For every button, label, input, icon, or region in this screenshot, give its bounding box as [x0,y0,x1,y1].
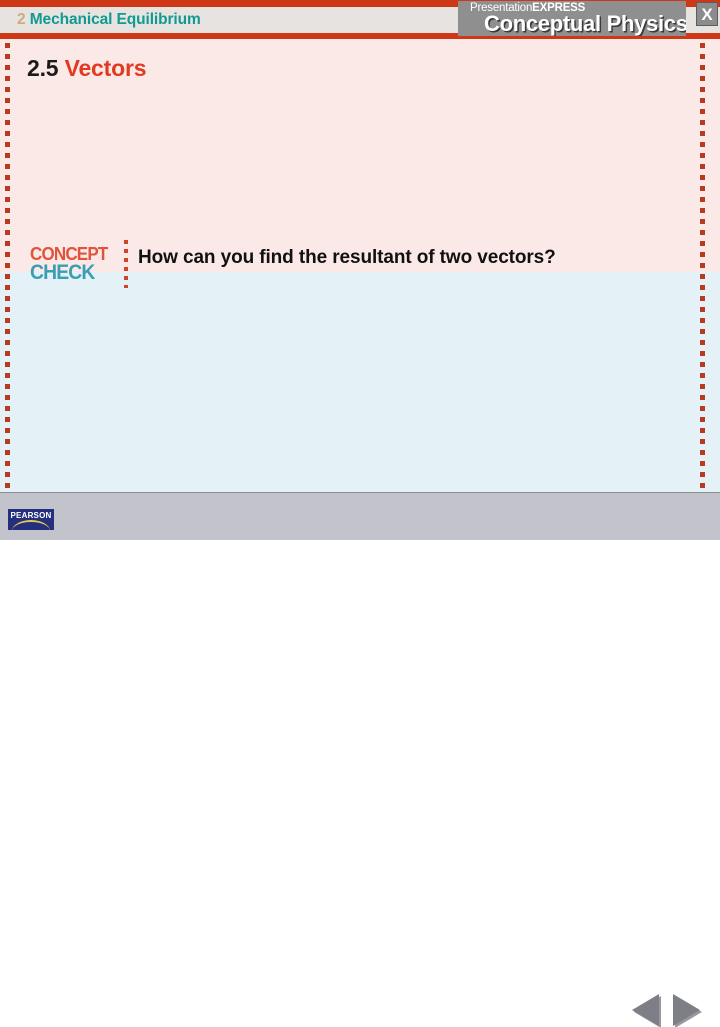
next-slide-arrow-icon[interactable] [673,994,700,1026]
concept-check-dotted-divider [124,240,128,288]
slide-navigation [632,993,706,1027]
presentation-slide: 2 Mechanical Equilibrium PresentationEXP… [0,0,720,1026]
pearson-logo[interactable]: PEARSON [8,509,54,530]
footer-bar: PEARSON [0,492,720,1026]
pearson-logo-arc [12,520,50,530]
chapter-heading: 2 Mechanical Equilibrium [17,9,201,31]
slide-title: 2.5 Vectors [27,55,146,82]
slide-canvas-lower-band [0,272,720,492]
brand-product-title: Conceptual Physics [484,11,686,36]
previous-slide-arrow-icon[interactable] [632,994,659,1026]
dotted-rail-right [700,43,705,489]
slide-section-number: 2.5 [27,55,59,81]
dotted-rail-left [5,43,10,489]
pearson-logo-text: PEARSON [10,511,52,520]
concept-check-question: How can you find the resultant of two ve… [138,247,556,268]
concept-check-badge: CONCEPT CHECK [30,243,116,285]
chapter-title: Mechanical Equilibrium [29,11,201,28]
close-button[interactable]: X [696,2,718,26]
slide-section-title: Vectors [64,55,147,81]
chapter-number: 2 [17,11,26,28]
brand-logo: PresentationEXPRESS Conceptual Physics [458,1,686,36]
concept-check-word-check: CHECK [30,261,95,284]
